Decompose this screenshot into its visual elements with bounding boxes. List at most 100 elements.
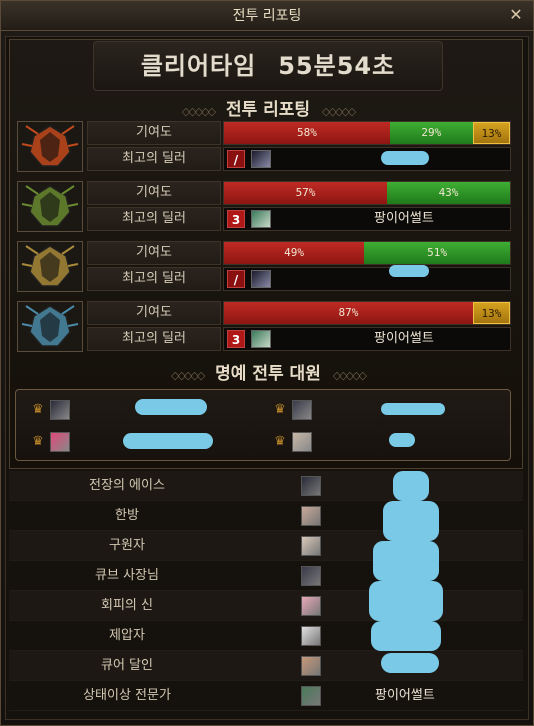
character-face-icon[interactable]	[251, 330, 271, 348]
report-section-heading: ◇◇◇◇◇ 전투 리포팅 ◇◇◇◇◇	[1, 95, 534, 120]
contribution-segment: 13%	[472, 122, 510, 144]
award-list: 전장의 에이스한방구원자큐브 사장님회피의 신제압자큐어 달인상태이상 전문가 팡…	[9, 471, 523, 711]
contribution-bar: 57% 43%	[223, 181, 511, 205]
award-row: 큐어 달인	[9, 651, 523, 681]
diamond-ornament-right-icon: ◇◇◇◇◇	[332, 369, 367, 382]
best-dealer-label: 최고의 딜러	[87, 147, 221, 171]
redaction-scribble	[135, 399, 207, 415]
forest-guardian-icon	[17, 181, 83, 232]
best-dealer-label: 최고의 딜러	[87, 207, 221, 231]
award-label: 한방	[115, 508, 139, 523]
character-face-icon[interactable]	[301, 656, 321, 676]
redaction-scribble	[389, 265, 429, 277]
ice-guardian-icon	[17, 301, 83, 352]
crown-icon: ♛	[274, 434, 286, 449]
award-label: 큐브 사장님	[95, 568, 159, 583]
award-row: 구원자	[9, 531, 523, 561]
honor-section-title: 명예 전투 대원	[215, 364, 321, 384]
best-dealer-name: 팡이어썰트	[374, 331, 434, 346]
redaction-scribble	[123, 433, 213, 449]
diamond-ornament-right-icon: ◇◇◇◇◇	[321, 105, 356, 118]
window-titlebar[interactable]: 전투 리포팅 ✕	[1, 1, 533, 31]
award-row: 한방	[9, 501, 523, 531]
class-rank-icon: 3	[227, 330, 245, 348]
contribution-label: 기여도	[87, 301, 221, 325]
award-row: 상태이상 전문가 팡이어썰트	[9, 681, 523, 711]
contribution-segment: 29%	[389, 122, 473, 144]
award-label: 상태이상 전문가	[83, 688, 171, 703]
award-label: 큐어 달인	[101, 658, 153, 673]
character-face-icon[interactable]	[301, 536, 321, 556]
character-face-icon[interactable]	[301, 506, 321, 526]
contribution-segment: 43%	[387, 182, 510, 204]
clear-time-value: 55분54초	[278, 52, 396, 80]
redaction-scribble	[381, 151, 429, 165]
contribution-segment: 57%	[224, 182, 388, 204]
battle-report-window: 전투 리포팅 ✕ 클리어타임 55분54초 ◇◇◇◇◇ 전투 리포팅 ◇◇◇◇◇ …	[0, 0, 534, 726]
contribution-segment: 58%	[224, 122, 390, 144]
diamond-ornament-left-icon: ◇◇◇◇◇	[171, 369, 205, 382]
award-row: 큐브 사장님	[9, 561, 523, 591]
class-rank-icon: /	[227, 270, 245, 288]
redaction-scribble	[369, 581, 443, 621]
honor-section-heading: ◇◇◇◇◇ 명예 전투 대원 ◇◇◇◇◇	[1, 359, 534, 384]
award-label: 제압자	[109, 628, 145, 643]
contribution-segment: 87%	[224, 302, 473, 324]
contribution-segment: 51%	[364, 242, 510, 264]
crown-icon: ♛	[274, 402, 286, 417]
class-rank-icon: /	[227, 150, 245, 168]
redaction-scribble	[373, 541, 439, 581]
redaction-scribble	[381, 403, 445, 415]
redaction-scribble	[393, 471, 429, 501]
best-dealer-label: 최고의 딜러	[87, 327, 221, 351]
contribution-label: 기여도	[87, 121, 221, 145]
redaction-scribble	[383, 501, 439, 541]
redaction-scribble	[371, 621, 441, 651]
contribution-bar: 87% 13%	[223, 301, 511, 325]
diamond-ornament-left-icon: ◇◇◇◇◇	[181, 105, 216, 118]
contribution-label: 기여도	[87, 181, 221, 205]
window-title: 전투 리포팅	[232, 8, 302, 24]
contribution-bar: 58% 29% 13%	[223, 121, 511, 145]
best-dealer-label: 최고의 딜러	[87, 267, 221, 291]
best-dealer-cell: /	[223, 267, 511, 291]
crown-icon: ♛	[32, 402, 44, 417]
contribution-segment: 13%	[472, 302, 510, 324]
character-face-icon[interactable]	[301, 686, 321, 706]
report-section-title: 전투 리포팅	[225, 100, 311, 120]
character-face-icon[interactable]	[50, 432, 70, 452]
redaction-scribble	[389, 433, 415, 447]
honor-members-panel: ♛ ♛ ♛ ♛	[15, 389, 511, 461]
report-row: 기여도 57% 43% 최고의 딜러 3 팡이어썰트	[17, 181, 511, 232]
award-label: 회피의 신	[101, 598, 153, 613]
award-label: 전장의 에이스	[89, 478, 165, 493]
class-rank-icon: 3	[227, 210, 245, 228]
character-face-icon[interactable]	[301, 596, 321, 616]
best-dealer-cell: 3 팡이어썰트	[223, 327, 511, 351]
report-row: 기여도 87% 13% 최고의 딜러 3 팡이어썰트	[17, 301, 511, 352]
character-face-icon[interactable]	[292, 400, 312, 420]
best-dealer-name: 팡이어썰트	[374, 211, 434, 226]
character-face-icon[interactable]	[251, 210, 271, 228]
character-face-icon[interactable]	[301, 476, 321, 496]
character-face-icon[interactable]	[301, 626, 321, 646]
flame-guardian-icon	[17, 121, 83, 172]
gold-guardian-icon	[17, 241, 83, 292]
redaction-scribble	[381, 653, 439, 673]
character-face-icon[interactable]	[50, 400, 70, 420]
character-face-icon[interactable]	[251, 150, 271, 168]
award-row: 회피의 신	[9, 591, 523, 621]
award-label: 구원자	[109, 538, 145, 553]
character-face-icon[interactable]	[251, 270, 271, 288]
character-face-icon[interactable]	[292, 432, 312, 452]
clear-time-label: 클리어타임	[140, 52, 257, 80]
best-dealer-cell: 3 팡이어썰트	[223, 207, 511, 231]
crown-icon: ♛	[32, 434, 44, 449]
award-row: 제압자	[9, 621, 523, 651]
contribution-bar: 49% 51%	[223, 241, 511, 265]
contribution-label: 기여도	[87, 241, 221, 265]
report-row: 기여도 58% 29% 13% 최고의 딜러 /	[17, 121, 511, 172]
close-icon[interactable]: ✕	[507, 6, 525, 24]
report-row: 기여도 49% 51% 최고의 딜러 /	[17, 241, 511, 292]
character-face-icon[interactable]	[301, 566, 321, 586]
